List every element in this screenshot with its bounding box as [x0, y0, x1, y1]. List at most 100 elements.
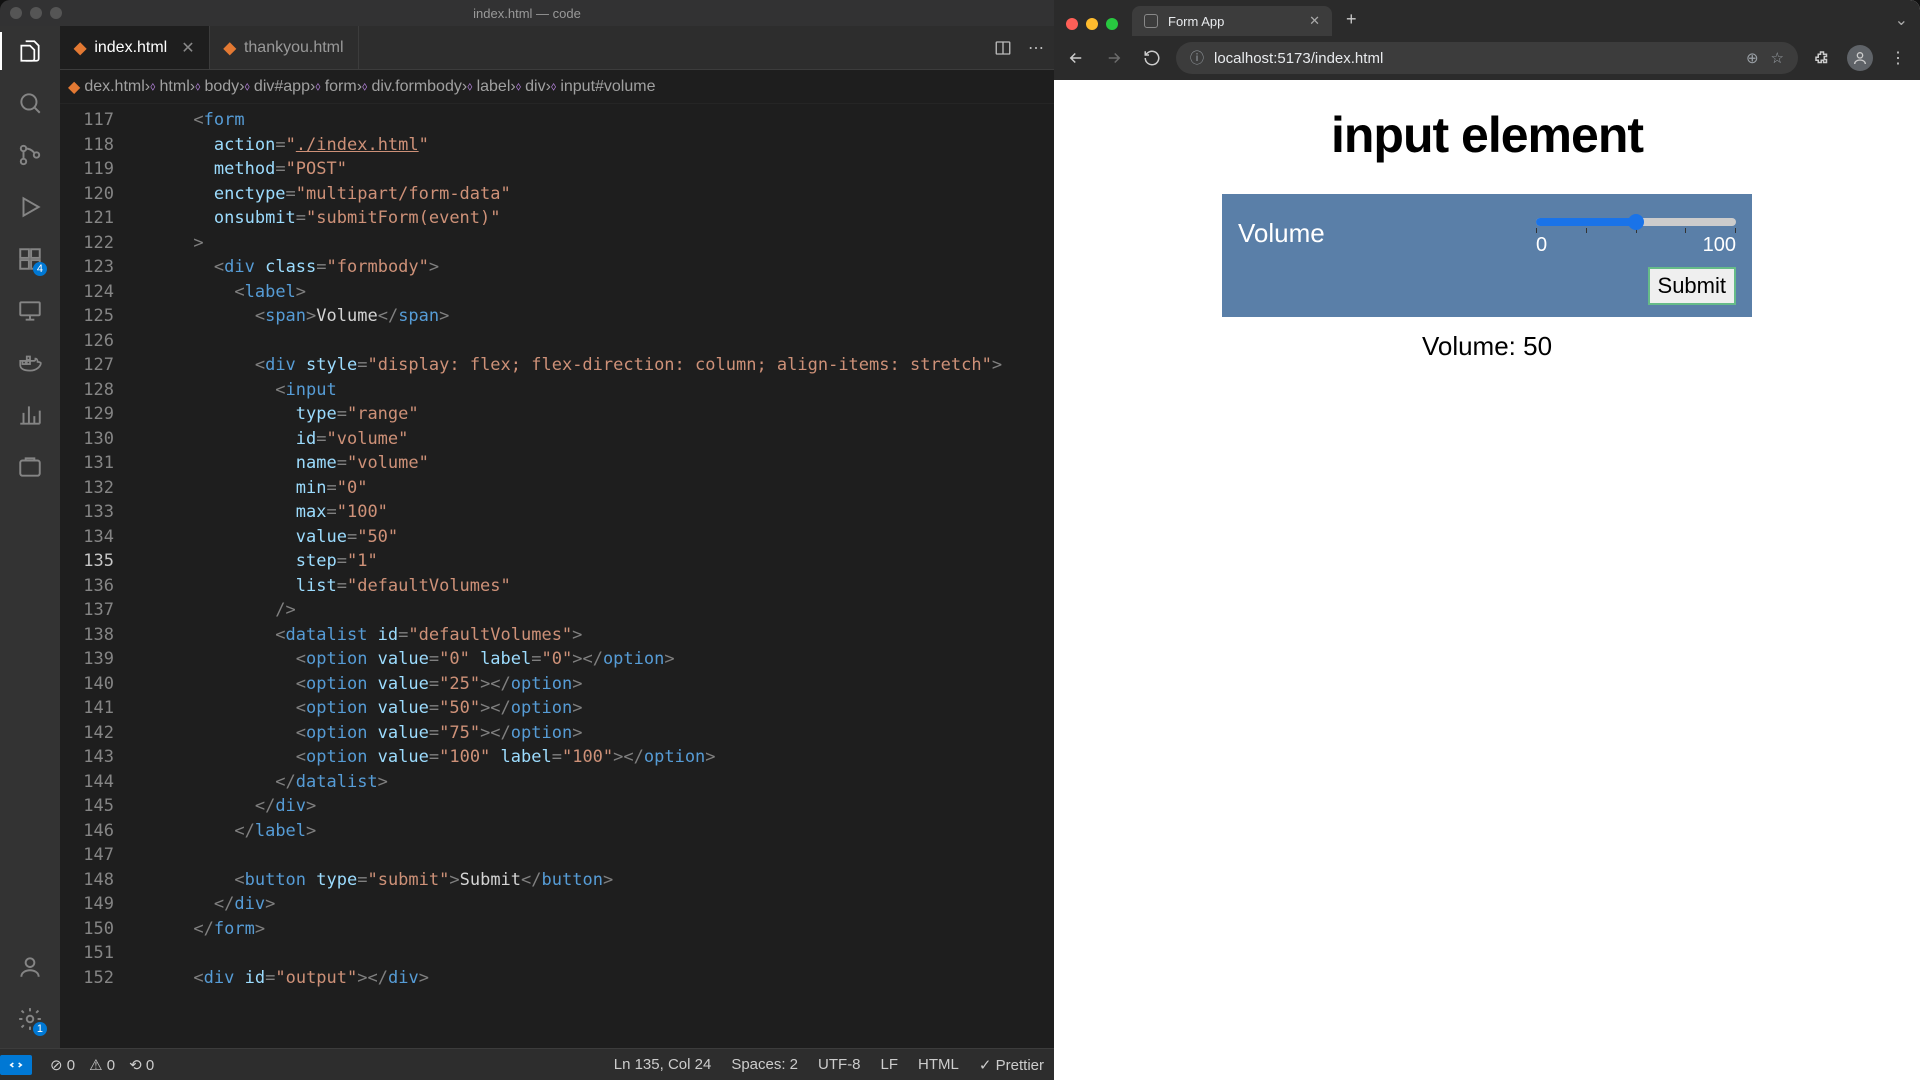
code-line[interactable]: 149 </div>	[60, 892, 1054, 917]
code-line[interactable]: 148 <button type="submit">Submit</button…	[60, 868, 1054, 893]
minimize-dot[interactable]	[1086, 18, 1098, 30]
code-line[interactable]: 122 >	[60, 231, 1054, 256]
close-tab-icon[interactable]: ✕	[181, 38, 194, 58]
code-line[interactable]: 123 <div class="formbody">	[60, 255, 1054, 280]
code-line[interactable]: 124 <label>	[60, 280, 1054, 305]
status-encoding[interactable]: UTF-8	[818, 1056, 861, 1073]
slider-thumb[interactable]	[1628, 214, 1644, 230]
status-formatter[interactable]: ✓ Prettier	[979, 1056, 1044, 1074]
submit-button[interactable]: Submit	[1648, 267, 1736, 305]
chart-icon[interactable]	[15, 400, 45, 430]
breadcrumb-item[interactable]: ⬨ div	[516, 78, 546, 96]
code-line[interactable]: 151	[60, 941, 1054, 966]
code-line[interactable]: 121 onsubmit="submitForm(event)"	[60, 206, 1054, 231]
account-icon[interactable]	[15, 952, 45, 982]
breadcrumb-item[interactable]: ⬨ body	[195, 78, 239, 96]
breadcrumb-item[interactable]: ◆ dex.html	[68, 77, 145, 97]
tab-index-html[interactable]: ◆ index.html ✕	[60, 26, 210, 69]
chrome-menu-icon[interactable]: ⋮	[1884, 44, 1912, 72]
back-button[interactable]	[1062, 44, 1090, 72]
docker-icon[interactable]	[15, 348, 45, 378]
settings-gear-icon[interactable]: 1	[15, 1004, 45, 1034]
breadcrumb-item[interactable]: ⬨ form	[315, 78, 356, 96]
run-debug-icon[interactable]	[15, 192, 45, 222]
code-line[interactable]: 138 <datalist id="defaultVolumes">	[60, 623, 1054, 648]
breadcrumb-item[interactable]: ⬨ input#volume	[551, 78, 656, 96]
code-line[interactable]: 140 <option value="25"></option>	[60, 672, 1054, 697]
zoom-dot[interactable]	[1106, 18, 1118, 30]
breadcrumb-item[interactable]: ⬨ div.formbody	[362, 78, 462, 96]
profile-avatar[interactable]	[1846, 44, 1874, 72]
code-line[interactable]: 117 <form	[60, 108, 1054, 133]
code-line[interactable]: 137 />	[60, 598, 1054, 623]
minimize-dot[interactable]	[30, 7, 42, 19]
code-line[interactable]: 133 max="100"	[60, 500, 1054, 525]
site-info-icon[interactable]: ⓘ	[1190, 48, 1204, 68]
status-errors[interactable]: ⊘ 0	[50, 1056, 75, 1074]
code-line[interactable]: 152 <div id="output"></div>	[60, 966, 1054, 991]
address-bar[interactable]: ⓘ localhost:5173/index.html ⊕ ☆	[1176, 42, 1798, 74]
code-line[interactable]: 145 </div>	[60, 794, 1054, 819]
code-line[interactable]: 143 <option value="100" label="100"></op…	[60, 745, 1054, 770]
code-line[interactable]: 147	[60, 843, 1054, 868]
code-line[interactable]: 126	[60, 329, 1054, 354]
code-line[interactable]: 132 min="0"	[60, 476, 1054, 501]
code-line[interactable]: 129 type="range"	[60, 402, 1054, 427]
remote-explorer-icon[interactable]	[15, 296, 45, 326]
more-actions-icon[interactable]: ⋯	[1028, 38, 1044, 58]
code-line[interactable]: 146 </label>	[60, 819, 1054, 844]
status-ports[interactable]: ⟲ 0	[129, 1056, 154, 1074]
code-line[interactable]: 150 </form>	[60, 917, 1054, 942]
code-line[interactable]: 142 <option value="75"></option>	[60, 721, 1054, 746]
code-line[interactable]: 127 <div style="display: flex; flex-dire…	[60, 353, 1054, 378]
code-line[interactable]: 130 id="volume"	[60, 427, 1054, 452]
code-line[interactable]: 139 <option value="0" label="0"></option…	[60, 647, 1054, 672]
browser-tab[interactable]: Form App ✕	[1132, 6, 1332, 36]
forward-button[interactable]	[1100, 44, 1128, 72]
breadcrumb-bar[interactable]: ◆ dex.html›⬨ html›⬨ body›⬨ div#app›⬨ for…	[60, 70, 1054, 104]
vscode-titlebar: index.html — code	[0, 0, 1054, 26]
status-cursor-pos[interactable]: Ln 135, Col 24	[614, 1056, 712, 1073]
close-dot[interactable]	[10, 7, 22, 19]
explorer-icon[interactable]	[15, 36, 45, 66]
tab-list-chevron-icon[interactable]: ⌄	[1883, 4, 1920, 36]
code-line[interactable]: 119 method="POST"	[60, 157, 1054, 182]
chrome-traffic-lights[interactable]	[1062, 18, 1126, 36]
code-line[interactable]: 125 <span>Volume</span>	[60, 304, 1054, 329]
code-line[interactable]: 131 name="volume"	[60, 451, 1054, 476]
tab-thankyou-html[interactable]: ◆ thankyou.html	[210, 26, 359, 69]
split-editor-icon[interactable]	[994, 39, 1012, 57]
bookmark-star-icon[interactable]: ☆	[1771, 49, 1784, 67]
remote-indicator[interactable]	[0, 1055, 32, 1075]
live-share-icon[interactable]	[15, 452, 45, 482]
code-line[interactable]: 120 enctype="multipart/form-data"	[60, 182, 1054, 207]
breadcrumb-item[interactable]: ⬨ div#app	[245, 78, 310, 96]
code-editor[interactable]: 117 <form118 action="./index.html"119 me…	[60, 104, 1054, 1048]
extensions-icon[interactable]: 4	[15, 244, 45, 274]
zoom-icon[interactable]: ⊕	[1746, 49, 1759, 67]
line-number: 138	[60, 623, 132, 648]
status-eol[interactable]: LF	[881, 1056, 899, 1073]
code-line[interactable]: 135 step="1"	[60, 549, 1054, 574]
code-line[interactable]: 118 action="./index.html"	[60, 133, 1054, 158]
volume-slider[interactable]	[1536, 218, 1736, 226]
close-tab-icon[interactable]: ✕	[1309, 13, 1320, 29]
code-line[interactable]: 134 value="50"	[60, 525, 1054, 550]
status-indent[interactable]: Spaces: 2	[731, 1056, 798, 1073]
zoom-dot[interactable]	[50, 7, 62, 19]
new-tab-button[interactable]: +	[1338, 3, 1365, 36]
breadcrumb-item[interactable]: ⬨ label	[467, 78, 510, 96]
status-language[interactable]: HTML	[918, 1056, 959, 1073]
breadcrumb-item[interactable]: ⬨ html	[150, 78, 190, 96]
window-traffic-lights[interactable]	[10, 7, 62, 19]
reload-button[interactable]	[1138, 44, 1166, 72]
code-line[interactable]: 128 <input	[60, 378, 1054, 403]
extensions-puzzle-icon[interactable]	[1808, 44, 1836, 72]
source-control-icon[interactable]	[15, 140, 45, 170]
code-line[interactable]: 144 </datalist>	[60, 770, 1054, 795]
search-icon[interactable]	[15, 88, 45, 118]
code-line[interactable]: 136 list="defaultVolumes"	[60, 574, 1054, 599]
code-line[interactable]: 141 <option value="50"></option>	[60, 696, 1054, 721]
close-dot[interactable]	[1066, 18, 1078, 30]
status-warnings[interactable]: ⚠ 0	[89, 1056, 115, 1074]
